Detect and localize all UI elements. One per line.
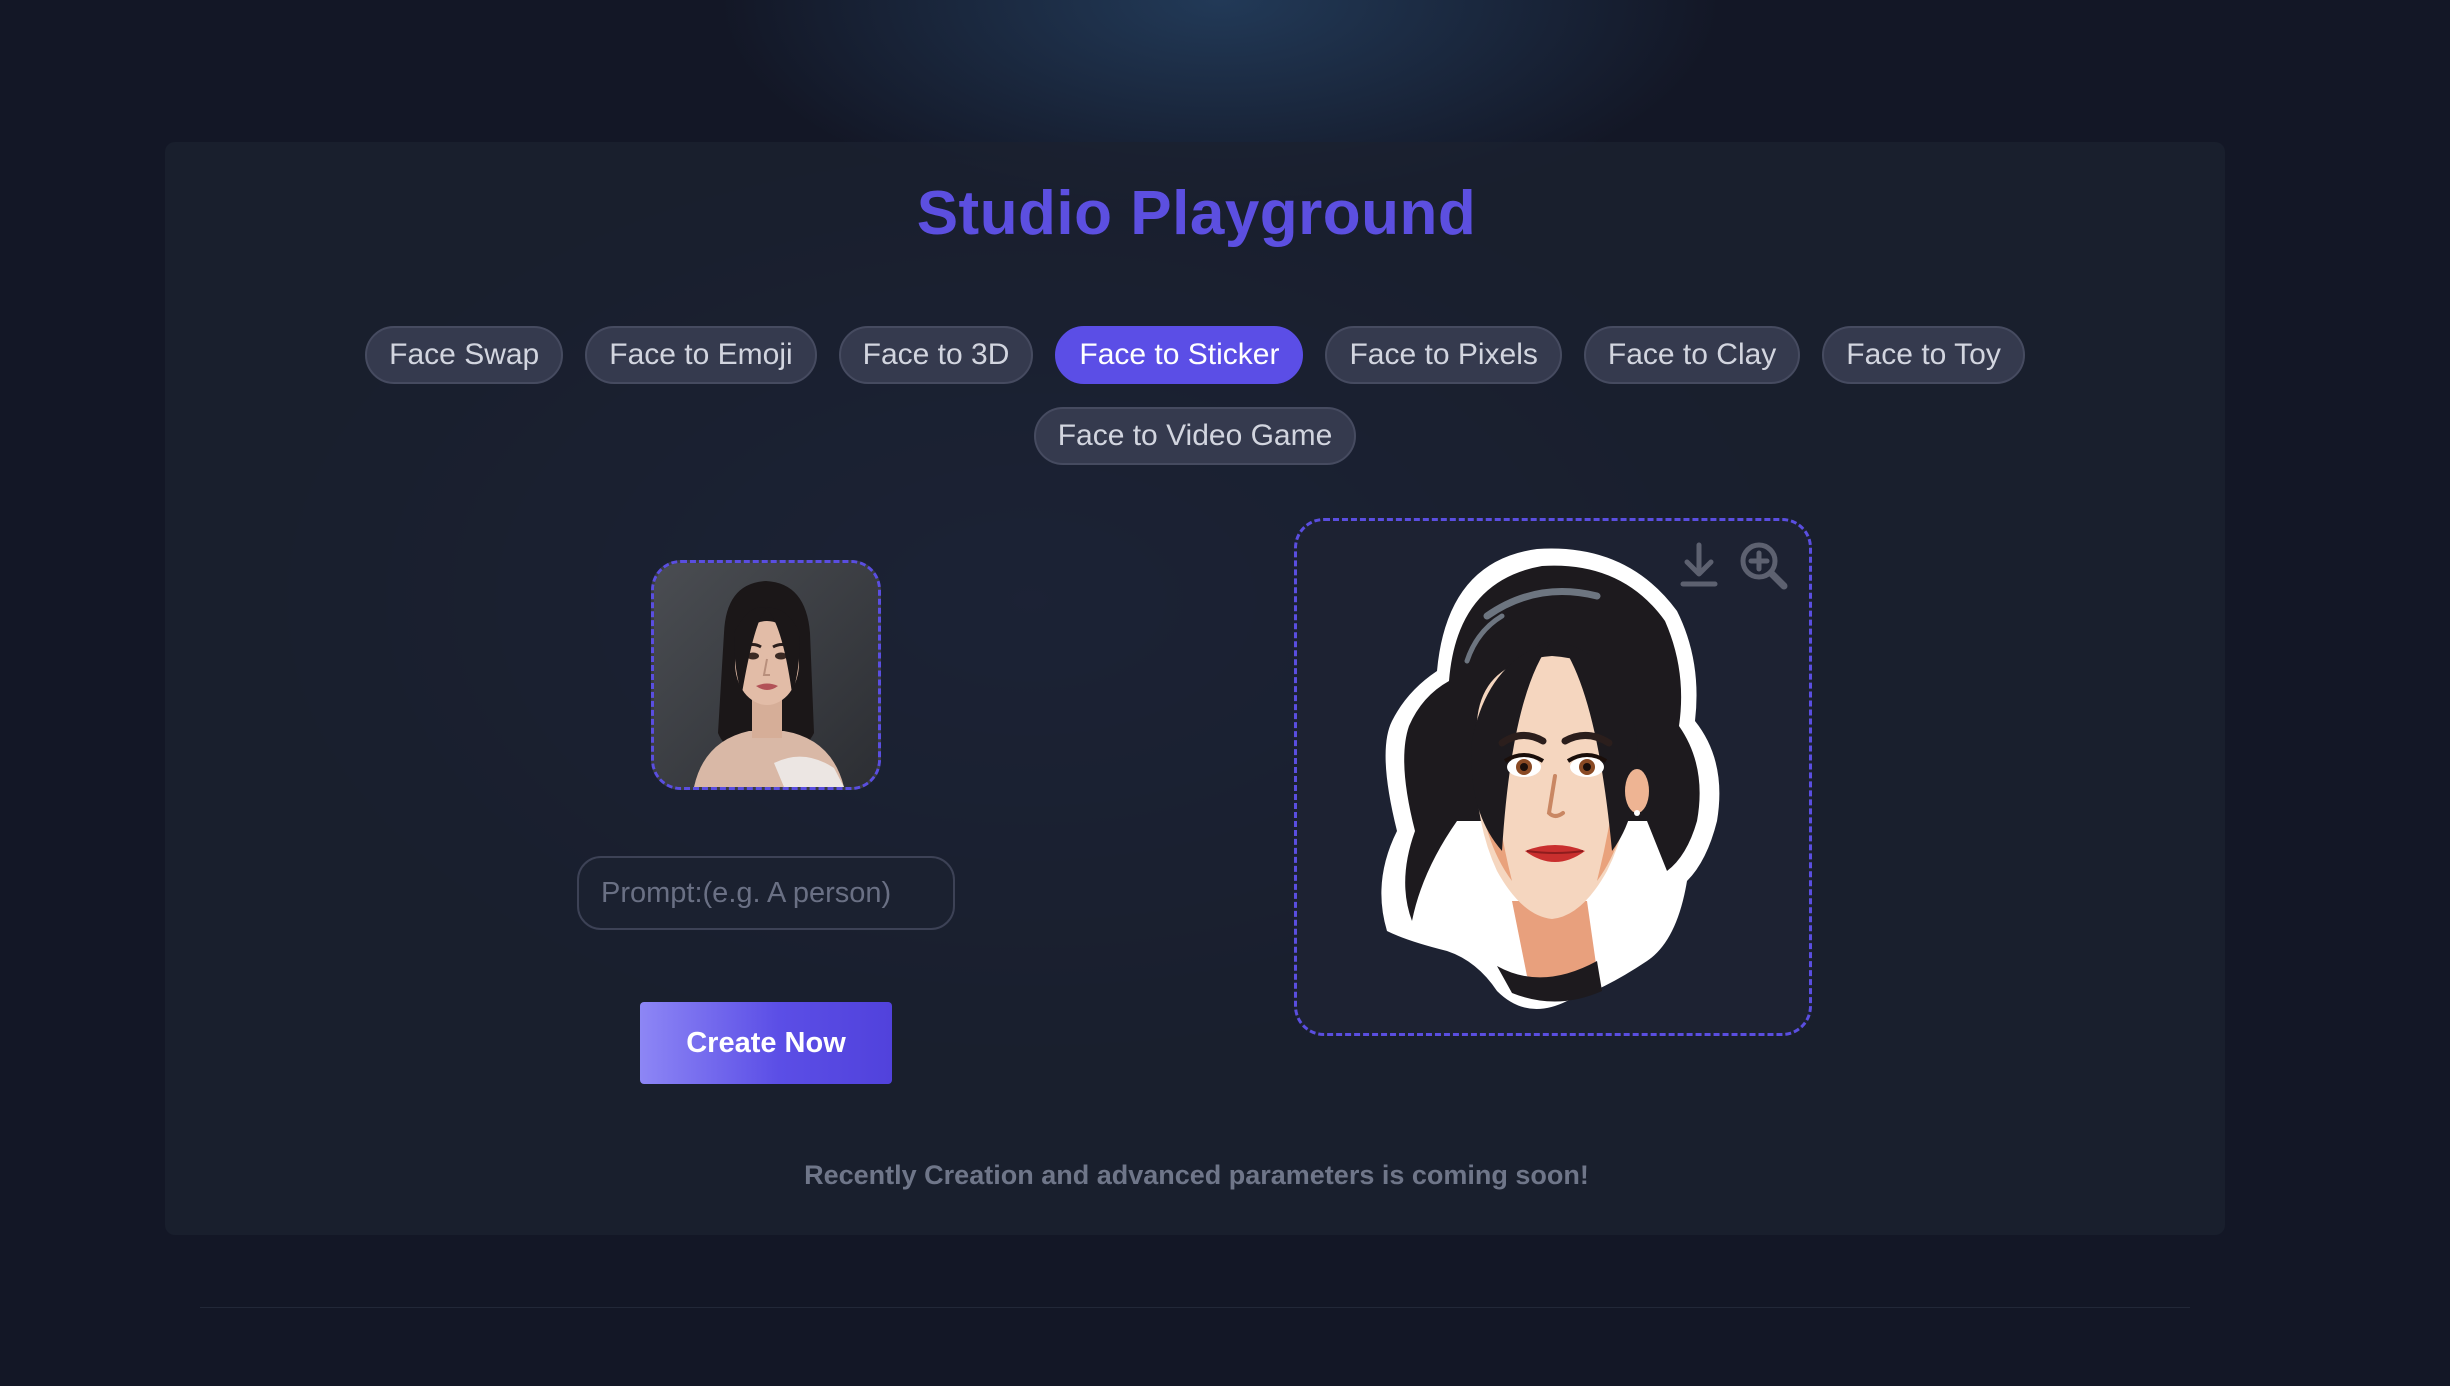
zoom-in-icon[interactable] [1735, 537, 1791, 593]
source-image-upload[interactable] [651, 560, 881, 790]
playground-card [165, 142, 2225, 1235]
tab-face-to-sticker[interactable]: Face to Sticker [1055, 326, 1304, 384]
create-now-button[interactable]: Create Now [640, 1002, 892, 1084]
source-photo [654, 563, 878, 787]
coming-soon-note: Recently Creation and advanced parameter… [804, 1160, 1589, 1190]
tab-face-to-video-game[interactable]: Face to Video Game [1033, 407, 1357, 465]
tab-face-to-toy[interactable]: Face to Toy [1822, 326, 2025, 384]
prompt-input[interactable] [577, 856, 955, 930]
tab-face-to-3d[interactable]: Face to 3D [838, 326, 1034, 384]
tab-face-to-clay[interactable]: Face to Clay [1583, 326, 1801, 384]
tab-face-swap[interactable]: Face Swap [365, 326, 564, 384]
mode-tabs: Face Swap Face to Emoji Face to 3D Face … [300, 326, 2090, 465]
tab-face-to-pixels[interactable]: Face to Pixels [1325, 326, 1562, 384]
sticker-result-image [1381, 548, 1720, 1009]
tab-face-to-emoji[interactable]: Face to Emoji [585, 326, 817, 384]
result-toolbar [1671, 537, 1791, 593]
footer-divider [200, 1307, 2190, 1308]
page-title: Studio Playground [916, 179, 1477, 248]
result-preview [1294, 518, 1812, 1036]
page: Studio Playground Face Swap Face to Emoj… [0, 0, 2450, 1386]
download-icon[interactable] [1671, 537, 1727, 593]
